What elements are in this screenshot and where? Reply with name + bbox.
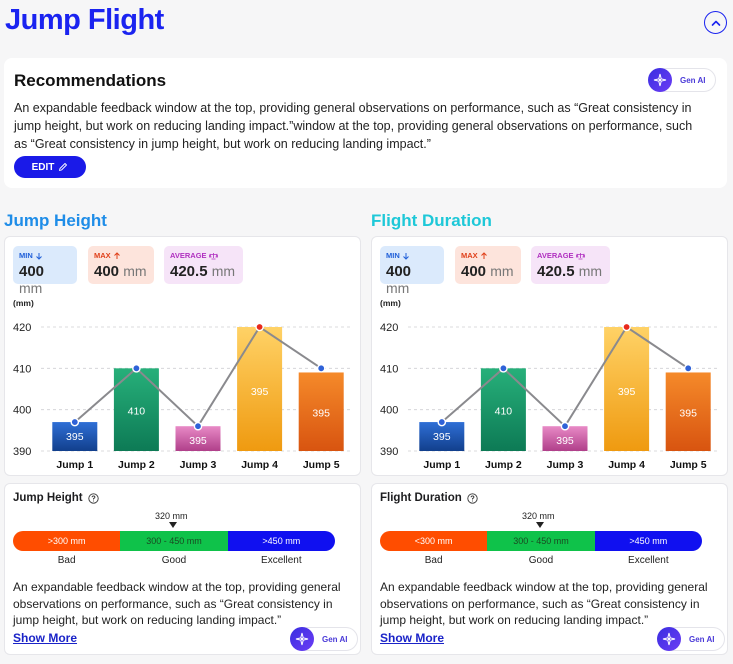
- show-more-link[interactable]: Show More: [13, 631, 77, 645]
- x-tick-label: Jump 3: [180, 459, 217, 471]
- range-bar: >300 mm 300 - 450 mm >450 mm: [13, 531, 335, 551]
- x-tick-label: Jump 5: [303, 459, 340, 471]
- detail-feedback-text: An expandable feedback window at the top…: [380, 580, 708, 627]
- gen-ai-button[interactable]: Gen AI: [290, 627, 359, 651]
- y-tick-label: 390: [13, 446, 31, 458]
- edit-label: EDIT: [31, 161, 55, 173]
- x-tick-label: Jump 3: [547, 459, 584, 471]
- detail-title: Flight Duration: [380, 492, 462, 504]
- range-bad: >300 mm: [13, 531, 121, 551]
- trend-point: [255, 322, 264, 332]
- bar-value-label: 410: [128, 405, 146, 417]
- bar-value-label: 395: [66, 431, 84, 443]
- recommendations-title: Recommendations: [14, 71, 167, 90]
- gen-ai-label: Gen AI: [689, 634, 715, 644]
- trend-point: [437, 417, 447, 427]
- range-marker-icon: [169, 522, 177, 528]
- range-marker-label: 320 mm: [522, 511, 555, 521]
- trend-point: [499, 364, 508, 373]
- trend-line: [74, 325, 322, 428]
- trend-point: [316, 364, 326, 373]
- flight-duration-chart: (mm) 390 400 410 420 395 Jump 1 410 Jump 2 395 Jum…: [380, 298, 720, 471]
- y-tick-label: 410: [380, 363, 398, 375]
- range-label-good: Good: [161, 555, 187, 566]
- gen-ai-icon: [290, 627, 314, 651]
- gen-ai-button[interactable]: Gen AI: [648, 68, 717, 92]
- help-icon[interactable]: [467, 492, 478, 504]
- flight-duration-detail-card: Flight Duration 320 mm <300 mm 300 - 450…: [371, 483, 728, 655]
- trend-point: [132, 364, 141, 373]
- bar-value-label: 395: [312, 407, 330, 419]
- y-tick-label: 400: [13, 405, 31, 417]
- bar-value-label: 395: [556, 435, 574, 447]
- jump-height-chart: (mm) 390 400 410 420 395 Jump 1 410 Jump 2 395 Jum…: [13, 298, 353, 471]
- trend-point: [622, 322, 631, 332]
- recommendations-text: An expandable feedback window at the top…: [14, 101, 693, 151]
- gen-ai-label: Gen AI: [322, 634, 348, 644]
- y-tick-label: 420: [13, 322, 31, 334]
- range-label-excellent: Excellent: [261, 555, 302, 566]
- trend-point: [683, 364, 693, 373]
- bar-value-label: 410: [495, 405, 513, 417]
- x-tick-label: Jump 2: [118, 459, 155, 471]
- edit-button[interactable]: EDIT: [14, 156, 86, 178]
- page-title: Jump Flight: [5, 4, 164, 36]
- range-label-bad: Bad: [424, 555, 443, 566]
- range-label-bad: Bad: [57, 555, 76, 566]
- gen-ai-icon: [648, 68, 672, 92]
- x-tick-label: Jump 5: [670, 459, 707, 471]
- collapse-button[interactable]: [704, 11, 727, 34]
- x-tick-label: Jump 1: [56, 459, 93, 471]
- x-tick-label: Jump 2: [485, 459, 522, 471]
- gen-ai-button[interactable]: Gen AI: [657, 627, 726, 651]
- trend-point: [193, 421, 203, 431]
- y-tick-label: 390: [380, 446, 398, 458]
- x-tick-label: Jump 4: [608, 459, 645, 471]
- range-marker-label: 320 mm: [155, 511, 188, 521]
- y-axis-label: (mm): [380, 298, 401, 308]
- y-tick-label: 400: [380, 405, 398, 417]
- range-label-good: Good: [528, 555, 554, 566]
- flight-duration-section-title: Flight Duration: [371, 211, 492, 230]
- help-icon[interactable]: [87, 492, 99, 504]
- show-more-link[interactable]: Show More: [380, 631, 444, 645]
- detail-title: Jump Height: [13, 492, 83, 504]
- jump-height-chart-card: MIN 400 mm MAX 400 mm AVERAGE 420.5 mm (…: [4, 236, 361, 476]
- range-bar: <300 mm 300 - 450 mm >450 mm: [380, 531, 702, 551]
- x-tick-label: Jump 1: [423, 459, 460, 471]
- recommendations-card: Recommendations Gen AI An expandable fee…: [4, 58, 727, 188]
- trend-point: [70, 417, 80, 427]
- jump-height-detail-card: Jump Height 320 mm >300 mm 300 - 450 mm …: [4, 483, 361, 655]
- range-label-excellent: Excellent: [628, 555, 669, 566]
- trend-point: [560, 421, 570, 431]
- range-good: 300 - 450 mm: [120, 531, 228, 551]
- y-axis-label: (mm): [13, 298, 34, 308]
- gen-ai-icon: [657, 627, 681, 651]
- range-good: 300 - 450 mm: [487, 531, 595, 551]
- gen-ai-label: Gen AI: [680, 75, 706, 85]
- range-marker-icon: [536, 522, 544, 528]
- detail-feedback-text: An expandable feedback window at the top…: [13, 580, 341, 627]
- trend-line: [441, 325, 689, 428]
- range-bad: <300 mm: [380, 531, 488, 551]
- y-tick-label: 420: [380, 322, 398, 334]
- bar-value-label: 395: [679, 407, 697, 419]
- x-tick-label: Jump 4: [241, 459, 278, 471]
- jump-height-section-title: Jump Height: [4, 211, 107, 230]
- bar-value-label: 395: [618, 386, 636, 398]
- bar-value-label: 395: [251, 386, 269, 398]
- range-labels: Bad Good Excellent: [380, 555, 702, 566]
- pencil-icon: [59, 163, 68, 171]
- bar-value-label: 395: [433, 431, 451, 443]
- flight-duration-chart-card: MIN 400 mm MAX 400 mm AVERAGE 420.5 mm (…: [371, 236, 728, 476]
- range-labels: Bad Good Excellent: [13, 555, 335, 566]
- chevron-up-icon: [711, 20, 720, 26]
- y-tick-label: 410: [13, 363, 31, 375]
- range-excellent: >450 mm: [594, 531, 702, 551]
- range-excellent: >450 mm: [227, 531, 335, 551]
- bar-value-label: 395: [189, 435, 207, 447]
